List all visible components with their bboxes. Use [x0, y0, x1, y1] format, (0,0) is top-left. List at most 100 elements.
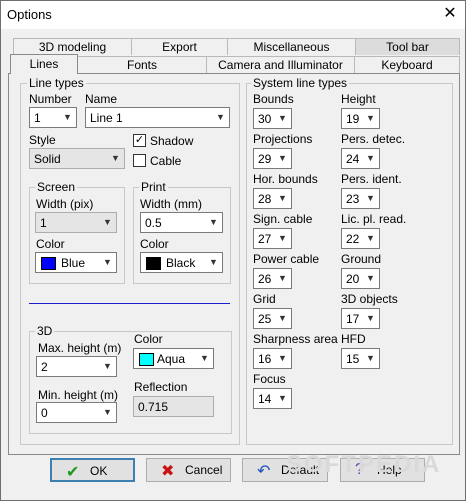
system-line-combo[interactable]: 30 ▼	[253, 108, 292, 129]
shadow-checkbox[interactable]: ✓	[133, 134, 146, 147]
print-width-label: Width (mm)	[140, 197, 202, 211]
screen-color-combo[interactable]: Blue ▼	[35, 252, 117, 273]
system-line-label: Power cable	[253, 252, 320, 266]
softpedia-watermark: SOFTPEDIA	[286, 451, 442, 478]
print-color-label: Color	[140, 237, 169, 251]
system-line-combo[interactable]: 20 ▼	[341, 268, 380, 289]
system-line-combo[interactable]: 25 ▼	[253, 308, 292, 329]
max-height-label: Max. height (m)	[38, 341, 122, 355]
window-title: Options	[7, 7, 52, 22]
chevron-down-icon: ▼	[366, 273, 375, 283]
title-bar: Options ✕	[1, 1, 465, 29]
color-swatch	[146, 257, 161, 270]
tab-lines[interactable]: Lines	[10, 54, 78, 74]
system-line-label: Hor. bounds	[253, 172, 318, 186]
screen-title: Screen	[35, 180, 78, 194]
system-line-label: Pers. ident.	[341, 172, 402, 186]
3d-color-label: Color	[134, 332, 163, 346]
system-line-label: Focus	[253, 372, 286, 386]
style-label: Style	[29, 133, 56, 147]
reflection-field[interactable]: 0.715	[133, 396, 214, 417]
max-height-combo[interactable]: 2 ▼	[36, 356, 117, 377]
system-line-label: Lic. pl. read.	[341, 212, 407, 226]
chevron-down-icon: ▼	[366, 193, 375, 203]
system-line-combo[interactable]: 23 ▼	[341, 188, 380, 209]
tab-keyboard[interactable]: Keyboard	[354, 56, 460, 73]
chevron-down-icon: ▼	[103, 361, 112, 371]
number-combo[interactable]: 1 ▼	[29, 107, 77, 128]
line-types-title: Line types	[27, 76, 86, 90]
system-line-combo[interactable]: 15 ▼	[341, 348, 380, 369]
chevron-down-icon: ▼	[278, 233, 287, 243]
chevron-down-icon: ▼	[103, 407, 112, 417]
checkmark-icon: ✔	[66, 464, 80, 481]
system-line-combo[interactable]: 24 ▼	[341, 148, 380, 169]
chevron-down-icon: ▼	[278, 313, 287, 323]
chevron-down-icon: ▼	[366, 153, 375, 163]
system-line-label: Grid	[253, 292, 276, 306]
system-line-label: Pers. detec.	[341, 132, 406, 146]
cable-checkbox[interactable]	[133, 154, 146, 167]
cable-label: Cable	[150, 154, 182, 168]
system-line-combo[interactable]: 19 ▼	[341, 108, 380, 129]
system-line-combo[interactable]: 26 ▼	[253, 268, 292, 289]
system-line-combo[interactable]: 22 ▼	[341, 228, 380, 249]
print-color-combo[interactable]: Black ▼	[140, 252, 223, 273]
tab-tool-bar[interactable]: Tool bar	[355, 38, 460, 55]
system-line-label: 3D objects	[341, 292, 398, 306]
tab-export[interactable]: Export	[131, 38, 228, 55]
chevron-down-icon: ▼	[103, 257, 112, 267]
chevron-down-icon: ▼	[366, 233, 375, 243]
name-label: Name	[85, 92, 118, 106]
system-line-combo[interactable]: 27 ▼	[253, 228, 292, 249]
print-width-combo[interactable]: 0.5 ▼	[140, 212, 223, 233]
chevron-down-icon: ▼	[278, 193, 287, 203]
3d-color-combo[interactable]: Aqua ▼	[133, 348, 214, 369]
3d-title: 3D	[35, 324, 55, 338]
chevron-down-icon: ▼	[278, 273, 287, 283]
chevron-down-icon: ▼	[366, 113, 375, 123]
chevron-down-icon: ▼	[200, 353, 209, 363]
min-height-combo[interactable]: 0 ▼	[36, 402, 117, 423]
system-line-types-title: System line types	[251, 76, 350, 90]
undo-arrow-icon: ↶	[257, 463, 271, 480]
system-line-combo[interactable]: 29 ▼	[253, 148, 292, 169]
tab-fonts[interactable]: Fonts	[77, 56, 207, 73]
name-combo[interactable]: Line 1 ▼	[85, 107, 230, 128]
number-label: Number	[29, 92, 72, 106]
system-line-label: Sharpness area	[253, 332, 338, 346]
system-line-label: Sign. cable	[253, 212, 313, 226]
chevron-down-icon: ▼	[366, 353, 375, 363]
x-icon: ✖	[161, 463, 175, 480]
style-combo[interactable]: Solid ▼	[29, 148, 125, 169]
ok-button[interactable]: ✔ OK	[50, 458, 135, 482]
system-line-combo[interactable]: 16 ▼	[253, 348, 292, 369]
chevron-down-icon: ▼	[278, 353, 287, 363]
tab-3d-modeling[interactable]: 3D modeling	[13, 38, 132, 55]
system-line-combo[interactable]: 17 ▼	[341, 308, 380, 329]
print-title: Print	[139, 180, 168, 194]
tab-miscellaneous[interactable]: Miscellaneous	[227, 38, 356, 55]
reflection-label: Reflection	[134, 380, 188, 394]
cancel-button[interactable]: ✖ Cancel	[146, 458, 231, 482]
chevron-down-icon: ▼	[278, 113, 287, 123]
chevron-down-icon: ▼	[216, 112, 225, 122]
system-line-label: Height	[341, 92, 376, 106]
screen-width-combo[interactable]: 1 ▼	[35, 212, 117, 233]
close-icon[interactable]: ✕	[437, 3, 463, 25]
chevron-down-icon: ▼	[278, 153, 287, 163]
system-line-label: Ground	[341, 252, 382, 266]
system-line-combo[interactable]: 28 ▼	[253, 188, 292, 209]
chevron-down-icon: ▼	[63, 112, 72, 122]
chevron-down-icon: ▼	[366, 313, 375, 323]
line-preview	[29, 303, 230, 304]
chevron-down-icon: ▼	[209, 217, 218, 227]
chevron-down-icon: ▼	[111, 153, 120, 163]
system-line-label: HFD	[341, 332, 366, 346]
screen-color-label: Color	[36, 237, 65, 251]
chevron-down-icon: ▼	[278, 393, 287, 403]
chevron-down-icon: ▼	[209, 257, 218, 267]
system-line-combo[interactable]: 14 ▼	[253, 388, 292, 409]
system-line-label: Projections	[253, 132, 313, 146]
tab-camera-and-illuminator[interactable]: Camera and Illuminator	[206, 56, 355, 73]
